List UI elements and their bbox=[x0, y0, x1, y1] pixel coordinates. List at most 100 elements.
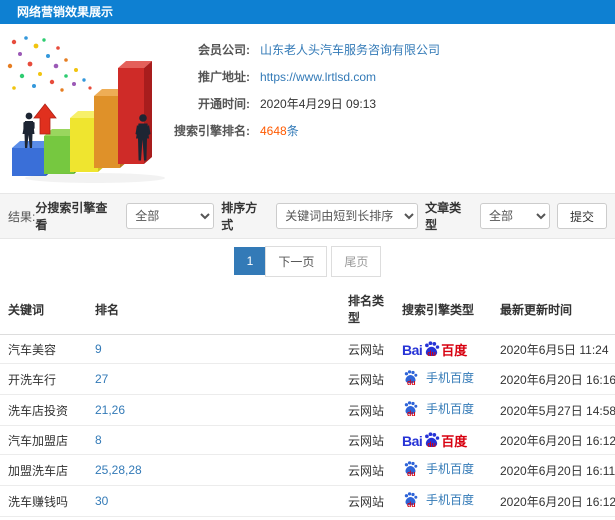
table-row: 洗车店投资 21,26 云网站 du 手机百度 2020年5月27日 14:58 bbox=[0, 394, 615, 426]
company-link[interactable]: 山东老人头汽车服务咨询有限公司 bbox=[260, 41, 440, 58]
keyword-results-table: 关键词 排名 排名类型 搜索引擎类型 最新更新时间 汽车美容 9 云网站 Bai bbox=[0, 283, 615, 520]
rank-link[interactable]: 25,28,28 bbox=[95, 463, 142, 477]
bar-red bbox=[118, 61, 152, 164]
header-engine-type: 搜索引擎类型 bbox=[394, 283, 492, 335]
engine-filter-select[interactable]: 全部 bbox=[126, 203, 215, 229]
pagination: 1 下一页 尾页 bbox=[0, 239, 615, 283]
company-label: 会员公司: bbox=[198, 43, 250, 57]
rank-type-cell: 云网站 bbox=[340, 334, 394, 364]
rank-link[interactable]: 27 bbox=[95, 372, 108, 386]
table-row: 洗车店利润 30 云网站 du 手机百度 2020年 bbox=[0, 516, 615, 520]
mobile-baidu-logo: du 手机百度 bbox=[402, 369, 475, 387]
header-rank-type: 排名类型 bbox=[340, 283, 394, 335]
table-row: 洗车赚钱吗 30 云网站 du 手机百度 2020年6月20日 16:12 bbox=[0, 485, 615, 517]
baidu-paw-icon: du bbox=[423, 340, 440, 358]
mobile-baidu-label: 手机百度 bbox=[426, 493, 475, 507]
rank-type-cell: 云网站 bbox=[340, 425, 394, 455]
baidu-logo-cn-text: 百度 bbox=[441, 434, 468, 449]
table-row: 汽车加盟店 8 云网站 Bai du 百度 2020年6月20日 16:12 bbox=[0, 425, 615, 455]
mobile-baidu-du-text: du bbox=[407, 380, 416, 387]
page-title-bar: 网络营销效果展示 bbox=[0, 0, 615, 24]
promo-url-link[interactable]: https://www.lrtlsd.com bbox=[260, 70, 376, 84]
marketing-bar-chart-illustration bbox=[7, 36, 165, 183]
mobile-baidu-label: 手机百度 bbox=[426, 462, 475, 476]
company-row: 会员公司: 山东老人头汽车服务咨询有限公司 bbox=[168, 36, 608, 63]
baidu-paw-icon: du bbox=[403, 400, 420, 418]
rank-type-cell: 云网站 bbox=[340, 516, 394, 520]
baidu-logo: Bai du 百度 bbox=[402, 431, 468, 449]
table-row: 汽车美容 9 云网站 Bai du 百度 2020年6月5日 11:24 bbox=[0, 334, 615, 364]
baidu-paw-icon: du bbox=[403, 369, 420, 387]
updated-cell: 2020年5月27日 14:58 bbox=[492, 394, 615, 426]
opened-time-row: 开通时间: 2020年4月29日 09:13 bbox=[168, 90, 608, 117]
mobile-baidu-du-text: du bbox=[407, 411, 416, 418]
rank-link[interactable]: 30 bbox=[95, 494, 108, 508]
mobile-baidu-logo: du 手机百度 bbox=[402, 400, 475, 418]
sort-filter-label: 排序方式 bbox=[221, 201, 258, 232]
baidu-logo-du-text: du bbox=[427, 442, 436, 449]
updated-cell: 2020年6月18日 14:27 bbox=[492, 516, 615, 520]
baidu-logo-du-text: du bbox=[427, 351, 436, 358]
sort-filter-select[interactable]: 关键词由短到长排序 bbox=[276, 203, 419, 229]
promo-url-label: 推广地址: bbox=[198, 70, 250, 84]
keyword-cell: 洗车赚钱吗 bbox=[0, 485, 87, 517]
table-row: 加盟洗车店 25,28,28 云网站 du 手机百度 2020年6月20日 16… bbox=[0, 454, 615, 486]
rank-link[interactable]: 21,26 bbox=[95, 403, 125, 417]
page: 网络营销效果展示 会员公司: 山东老人头汽车服务咨询有限公司 推广地址: htt… bbox=[0, 0, 615, 520]
promo-url-row: 推广地址: https://www.lrtlsd.com bbox=[168, 63, 608, 90]
mobile-baidu-du-text: du bbox=[407, 471, 416, 478]
baidu-paw-icon: du bbox=[423, 431, 440, 449]
engine-rank-row: 搜索引擎排名: 4648条 bbox=[168, 117, 608, 144]
updated-cell: 2020年6月5日 11:24 bbox=[492, 334, 615, 364]
rank-type-cell: 云网站 bbox=[340, 454, 394, 486]
engine-filter-label: 分搜索引擎查看 bbox=[35, 201, 108, 232]
keyword-cell: 汽车美容 bbox=[0, 334, 87, 364]
member-info-section: 会员公司: 山东老人头汽车服务咨询有限公司 推广地址: https://www.… bbox=[0, 24, 615, 193]
rank-count: 4648 bbox=[260, 124, 287, 138]
rank-type-cell: 云网站 bbox=[340, 485, 394, 517]
next-page-button[interactable]: 下一页 bbox=[265, 245, 328, 277]
confetti-dots bbox=[7, 36, 92, 92]
article-type-select[interactable]: 全部 bbox=[480, 203, 550, 229]
updated-cell: 2020年6月20日 16:12 bbox=[492, 425, 615, 455]
rank-type-cell: 云网站 bbox=[340, 394, 394, 426]
rank-unit: 条 bbox=[286, 124, 299, 138]
baidu-paw-icon: du bbox=[403, 460, 420, 478]
filter-bar: 结果: 分搜索引擎查看 全部 排序方式 关键词由短到长排序 文章类型 全部 提交 bbox=[0, 193, 615, 239]
baidu-logo: Bai du 百度 bbox=[402, 340, 468, 358]
filter-controls: 分搜索引擎查看 全部 排序方式 关键词由短到长排序 文章类型 全部 提交 bbox=[35, 199, 607, 233]
page-title: 网络营销效果展示 bbox=[17, 5, 114, 19]
submit-button[interactable]: 提交 bbox=[557, 203, 607, 229]
rank-type-cell: 云网站 bbox=[340, 363, 394, 395]
baidu-logo-bai-text: Bai bbox=[402, 433, 423, 449]
result-label: 结果: bbox=[8, 209, 36, 224]
mobile-baidu-logo: du 手机百度 bbox=[402, 460, 475, 478]
mobile-baidu-label: 手机百度 bbox=[426, 371, 475, 385]
engine-rank-label: 搜索引擎排名: bbox=[174, 124, 250, 138]
rank-link[interactable]: 9 bbox=[95, 342, 102, 356]
page-number-current[interactable]: 1 bbox=[233, 247, 267, 275]
keyword-cell: 汽车加盟店 bbox=[0, 425, 87, 455]
baidu-logo-cn-text: 百度 bbox=[441, 343, 468, 358]
header-updated: 最新更新时间 bbox=[492, 283, 615, 335]
opened-time-label: 开通时间: bbox=[198, 97, 250, 111]
keyword-cell: 洗车店投资 bbox=[0, 394, 87, 426]
baidu-logo-bai-text: Bai bbox=[402, 342, 423, 358]
header-rank: 排名 bbox=[87, 283, 340, 335]
table-row: 开洗车行 27 云网站 du 手机百度 2020年6月20日 16:16 bbox=[0, 363, 615, 395]
mobile-baidu-logo: du 手机百度 bbox=[402, 491, 475, 509]
mobile-baidu-du-text: du bbox=[407, 502, 416, 509]
engine-rank-value: 4648条 bbox=[260, 122, 299, 139]
member-info-list: 会员公司: 山东老人头汽车服务咨询有限公司 推广地址: https://www.… bbox=[168, 36, 608, 144]
header-keyword: 关键词 bbox=[0, 283, 87, 335]
last-page-button[interactable]: 尾页 bbox=[331, 245, 382, 277]
rank-link[interactable]: 8 bbox=[95, 433, 102, 447]
keyword-cell: 开洗车行 bbox=[0, 363, 87, 395]
table-header-row: 关键词 排名 排名类型 搜索引擎类型 最新更新时间 bbox=[0, 283, 615, 335]
mobile-baidu-label: 手机百度 bbox=[426, 402, 475, 416]
opened-time-value: 2020年4月29日 09:13 bbox=[260, 97, 377, 111]
keyword-cell: 洗车店利润 bbox=[0, 516, 87, 520]
updated-cell: 2020年6月20日 16:11 bbox=[492, 454, 615, 486]
keyword-cell: 加盟洗车店 bbox=[0, 454, 87, 486]
article-type-label: 文章类型 bbox=[425, 201, 462, 232]
